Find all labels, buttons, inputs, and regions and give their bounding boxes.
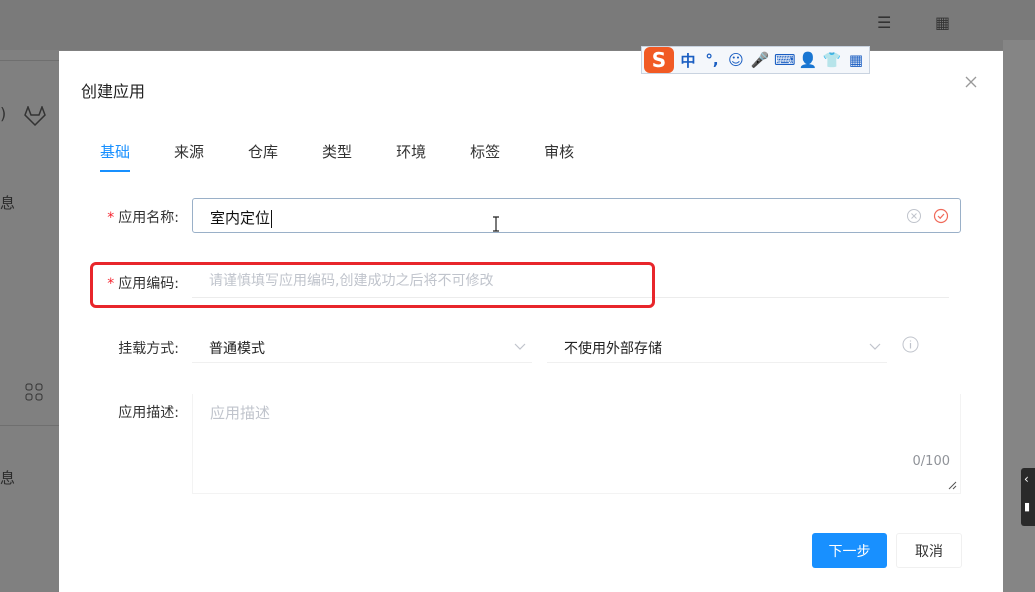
info-icon[interactable]	[902, 336, 919, 353]
mount-mode-value: 普通模式	[209, 341, 265, 357]
wifi-icon: )	[0, 104, 7, 123]
sogou-logo-icon[interactable]: S	[644, 47, 674, 73]
chevron-down-icon	[514, 343, 526, 350]
tab-type[interactable]: 类型	[322, 141, 352, 172]
clear-icon[interactable]	[906, 208, 922, 224]
cancel-button[interactable]: 取消	[896, 533, 962, 568]
skin-icon[interactable]: 👕	[822, 51, 842, 69]
storage-value: 不使用外部存储	[564, 341, 662, 357]
list-icon: ☰	[877, 13, 892, 32]
chevron-down-icon	[869, 343, 881, 350]
description-field: 0/100	[192, 394, 961, 494]
tab-repository[interactable]: 仓库	[248, 141, 278, 172]
create-app-dialog: 创建应用 基础 来源 仓库 类型 环境 标签 审核 * 应用名称: 室内定位 * 应…	[59, 51, 1003, 592]
next-step-button[interactable]: 下一步	[812, 533, 887, 568]
text-cursor-icon	[493, 216, 499, 232]
mount-mode-select[interactable]: 普通模式	[192, 330, 532, 363]
tab-environment[interactable]: 环境	[396, 141, 426, 172]
tab-source[interactable]: 来源	[174, 141, 204, 172]
keyboard-icon[interactable]: ⌨	[774, 51, 796, 69]
required-mark: *	[107, 210, 115, 226]
close-icon[interactable]	[963, 74, 979, 90]
description-label: 应用描述:	[118, 405, 179, 421]
resize-handle-icon[interactable]	[947, 480, 957, 490]
background-label: 息	[0, 469, 16, 487]
mount-mode-label: 挂载方式:	[118, 341, 179, 357]
char-counter: 0/100	[912, 454, 950, 469]
user-icon[interactable]: 👤	[798, 51, 818, 69]
microphone-icon[interactable]: 🎤	[750, 51, 770, 69]
gitlab-icon	[24, 104, 46, 129]
storage-select[interactable]: 不使用外部存储	[547, 330, 887, 363]
ime-toolbar: S 中 °, ☺ 🎤 ⌨ 👤 👕 ▦	[641, 46, 870, 74]
ime-chinese-mode[interactable]: 中	[678, 50, 698, 71]
app-name-input[interactable]: 室内定位	[192, 198, 961, 233]
ime-punctuation[interactable]: °,	[702, 51, 722, 69]
description-textarea[interactable]	[193, 394, 960, 493]
chevron-left-icon: ‹	[1024, 472, 1029, 486]
app-name-label: * 应用名称:	[107, 210, 179, 226]
apps-icon	[24, 382, 44, 405]
side-toggle[interactable]: ‹ ▮	[1021, 468, 1035, 526]
annotation-highlight	[90, 262, 655, 308]
background-divider	[0, 60, 60, 61]
toolbox-icon[interactable]: ▦	[846, 51, 866, 69]
tab-basic[interactable]: 基础	[100, 141, 131, 172]
step-tabs: 基础 来源 仓库 类型 环境 标签 审核	[100, 141, 618, 172]
app-name-value: 室内定位	[210, 209, 273, 228]
tab-tags[interactable]: 标签	[470, 141, 500, 172]
emoji-icon[interactable]: ☺	[726, 51, 746, 69]
background-label: 息	[0, 194, 16, 212]
tab-review[interactable]: 审核	[544, 141, 574, 172]
microphone-icon: ▮	[1024, 500, 1031, 513]
background-divider	[0, 425, 60, 426]
dialog-title: 创建应用	[81, 82, 146, 101]
check-circle-icon	[933, 208, 949, 224]
grid-icon: ▦	[935, 13, 951, 32]
